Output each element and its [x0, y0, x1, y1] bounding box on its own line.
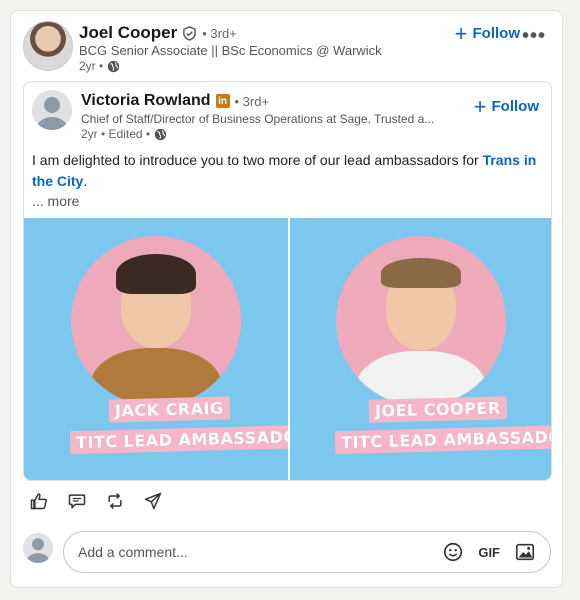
feed-post-card: Joel Cooper • 3rd+ BCG Senior Associate …: [10, 10, 563, 588]
shared-post-time-label: 2yr • Edited •: [81, 127, 151, 141]
more-options-button[interactable]: •••: [522, 25, 546, 48]
shared-post[interactable]: Victoria Rowland in • 3rd+ Chief of Staf…: [23, 81, 552, 481]
role-tag: TITC LEAD AMBASSADOR: [69, 424, 288, 455]
follow-label: Follow: [472, 25, 521, 42]
send-icon[interactable]: [143, 491, 163, 511]
plus-icon: +: [473, 93, 487, 119]
shared-author-degree: • 3rd+: [234, 93, 270, 109]
role-tag: TITC LEAD AMBASSADOR: [334, 424, 551, 455]
name-tag: JOEL COOPER: [368, 396, 508, 423]
comment-box[interactable]: GIF: [63, 531, 551, 573]
comment-input[interactable]: [78, 544, 443, 560]
author-avatar[interactable]: [23, 21, 73, 71]
author-headline: BCG Senior Associate || BSc Economics @ …: [79, 43, 382, 58]
comment-icon[interactable]: [67, 491, 87, 511]
globe-icon: [154, 128, 167, 140]
linkedin-badge-icon: in: [215, 94, 230, 108]
see-more-button[interactable]: ... more: [32, 193, 79, 209]
person-placeholder-icon: [23, 533, 53, 563]
author-name[interactable]: Joel Cooper: [79, 23, 177, 43]
plus-icon: +: [454, 20, 468, 46]
follow-label: Follow: [491, 98, 540, 115]
image-icon[interactable]: [514, 541, 536, 563]
verified-icon: [183, 25, 197, 41]
image-panel-joel[interactable]: JOEL COOPER TITC LEAD AMBASSADOR: [289, 218, 551, 480]
post-body-text: I am delighted to introduce you to two m…: [32, 152, 483, 168]
author-degree: • 3rd+: [202, 25, 237, 41]
portrait-hair: [381, 258, 462, 288]
portrait-circle: [70, 236, 241, 406]
shared-author-name[interactable]: Victoria Rowland: [81, 92, 211, 110]
like-icon[interactable]: [29, 491, 49, 511]
emoji-icon[interactable]: [442, 541, 464, 563]
post-body-end: .: [83, 173, 88, 189]
repost-icon[interactable]: [105, 491, 125, 511]
post-time: 2yr •: [79, 59, 120, 73]
shared-author-avatar[interactable]: [32, 90, 72, 130]
comment-tools: GIF: [442, 541, 536, 563]
social-actions: [29, 491, 163, 511]
follow-shared-author-button[interactable]: + Follow: [473, 93, 540, 119]
name-tag: JACK CRAIG: [108, 396, 230, 423]
current-user-avatar: [23, 533, 53, 563]
globe-icon: [108, 60, 120, 72]
shared-post-time: 2yr • Edited •: [81, 127, 167, 141]
gif-button[interactable]: GIF: [478, 545, 500, 560]
post-body: I am delighted to introduce you to two m…: [32, 150, 547, 192]
post-images: JACK CRAIG TITC LEAD AMBASSADOR JOEL COO…: [24, 218, 551, 480]
shared-author-headline: Chief of Staff/Director of Business Oper…: [81, 112, 435, 126]
shared-author-name-row: Victoria Rowland in • 3rd+: [81, 92, 269, 110]
follow-author-button[interactable]: + Follow: [454, 20, 521, 46]
image-panel-jack[interactable]: JACK CRAIG TITC LEAD AMBASSADOR: [24, 218, 288, 480]
author-name-row: Joel Cooper • 3rd+: [79, 23, 237, 43]
person-placeholder-icon: [32, 90, 72, 130]
post-time-label: 2yr •: [79, 59, 104, 73]
portrait-hair: [115, 254, 196, 294]
portrait-circle: [336, 236, 507, 406]
